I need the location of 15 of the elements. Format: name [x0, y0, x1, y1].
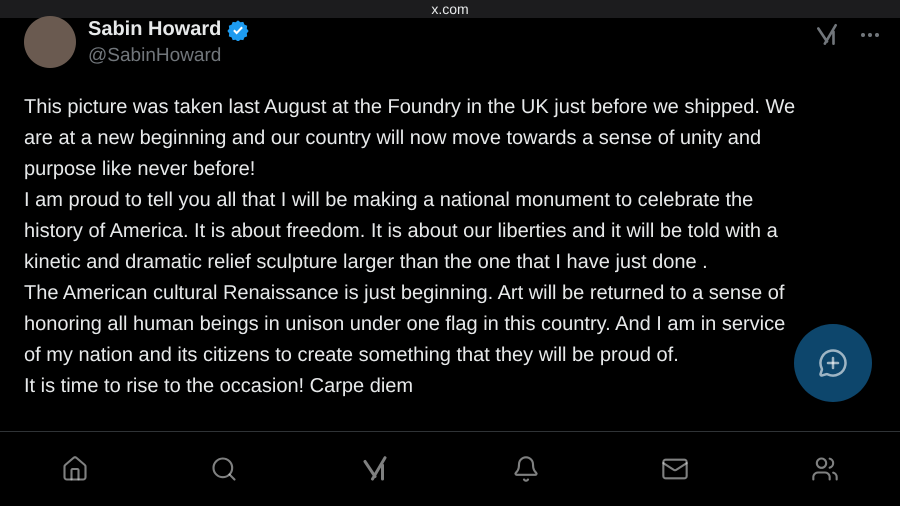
bell-icon — [512, 455, 540, 483]
post-paragraph: I am proud to tell you all that I will be making a national monument to celebrate the history of America. It is about freedom. It is about our liberties and it will be told with a kinetic and dramatic relief sculpture larger than the one that I have just done . — [24, 188, 779, 275]
author-name[interactable]: Sabin Howard — [88, 18, 222, 41]
post-paragraph: This picture was taken last August at the Foundry in the UK just before we shipped. We are at a new beginning and our country will now move towards a sense of unity and purpose like never before! — [24, 95, 796, 182]
search-icon — [210, 455, 238, 483]
people-icon — [811, 455, 840, 483]
url-text: x.com — [431, 1, 469, 17]
post-paragraph: It is time to rise to the occasion! Carpe diem — [24, 374, 414, 399]
home-icon — [60, 455, 89, 483]
chat-plus-icon — [818, 348, 848, 378]
author-handle[interactable]: @SabinHoward — [88, 45, 802, 67]
avatar-photo-placeholder[interactable] — [24, 16, 76, 68]
slash-logo-icon — [814, 22, 840, 48]
address-bar[interactable]: x.com — [0, 0, 900, 18]
post-paragraph: The American cultural Renaissance is just beginning. Art will be returned to a sense of honoring all human beings in unison under one flag in this country. And I am in service of my nation and its citizens to create something that they will be proud of. — [24, 281, 786, 368]
